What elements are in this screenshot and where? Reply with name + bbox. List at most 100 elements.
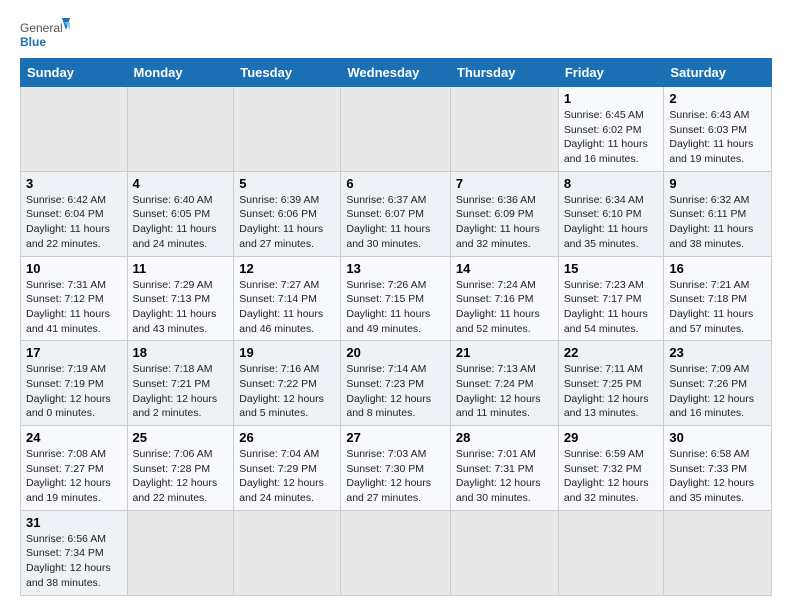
day-number: 5 xyxy=(239,176,335,191)
day-number: 6 xyxy=(346,176,445,191)
calendar-cell: 18 Sunrise: 7:18 AM Sunset: 7:21 PM Dayli… xyxy=(127,341,234,426)
day-number: 27 xyxy=(346,430,445,445)
day-number: 9 xyxy=(669,176,766,191)
day-number: 31 xyxy=(26,515,122,530)
day-info: Sunrise: 6:42 AM Sunset: 6:04 PM Dayligh… xyxy=(26,193,122,252)
day-number: 2 xyxy=(669,91,766,106)
day-info: Sunrise: 6:58 AM Sunset: 7:33 PM Dayligh… xyxy=(669,447,766,506)
header-tuesday: Tuesday xyxy=(234,59,341,87)
calendar-cell: 13 Sunrise: 7:26 AM Sunset: 7:15 PM Dayli… xyxy=(341,256,451,341)
calendar-cell: 8 Sunrise: 6:34 AM Sunset: 6:10 PM Daylig… xyxy=(558,171,664,256)
svg-text:General: General xyxy=(20,21,63,35)
day-info: Sunrise: 7:16 AM Sunset: 7:22 PM Dayligh… xyxy=(239,362,335,421)
calendar-cell: 29 Sunrise: 6:59 AM Sunset: 7:32 PM Dayli… xyxy=(558,426,664,511)
calendar-cell xyxy=(664,510,772,595)
day-number: 11 xyxy=(133,261,229,276)
calendar-cell: 24 Sunrise: 7:08 AM Sunset: 7:27 PM Dayli… xyxy=(21,426,128,511)
header-saturday: Saturday xyxy=(664,59,772,87)
day-info: Sunrise: 6:40 AM Sunset: 6:05 PM Dayligh… xyxy=(133,193,229,252)
calendar-page: General Blue SundayMondayTuesdayWednesda… xyxy=(0,0,792,612)
day-number: 1 xyxy=(564,91,659,106)
header-friday: Friday xyxy=(558,59,664,87)
calendar-cell: 12Sunrise: 7:27 AM Sunset: 7:14 PM Dayli… xyxy=(234,256,341,341)
day-number: 18 xyxy=(133,345,229,360)
logo-svg: General Blue xyxy=(20,16,70,52)
day-number: 23 xyxy=(669,345,766,360)
day-info: Sunrise: 7:01 AM Sunset: 7:31 PM Dayligh… xyxy=(456,447,553,506)
day-info: Sunrise: 6:43 AM Sunset: 6:03 PM Dayligh… xyxy=(669,108,766,167)
day-info: Sunrise: 6:59 AM Sunset: 7:32 PM Dayligh… xyxy=(564,447,659,506)
calendar-cell: 14Sunrise: 7:24 AM Sunset: 7:16 PM Dayli… xyxy=(450,256,558,341)
calendar-cell: 20Sunrise: 7:14 AM Sunset: 7:23 PM Dayli… xyxy=(341,341,451,426)
day-number: 24 xyxy=(26,430,122,445)
day-number: 29 xyxy=(564,430,659,445)
calendar-cell xyxy=(341,510,451,595)
day-number: 8 xyxy=(564,176,659,191)
day-info: Sunrise: 6:37 AM Sunset: 6:07 PM Dayligh… xyxy=(346,193,445,252)
day-number: 21 xyxy=(456,345,553,360)
week-row-4: 17Sunrise: 7:19 AM Sunset: 7:19 PM Dayli… xyxy=(21,341,772,426)
calendar-cell: 7 Sunrise: 6:36 AM Sunset: 6:09 PM Daylig… xyxy=(450,171,558,256)
calendar-cell: 15Sunrise: 7:23 AM Sunset: 7:17 PM Dayli… xyxy=(558,256,664,341)
calendar-cell: 28 Sunrise: 7:01 AM Sunset: 7:31 PM Dayli… xyxy=(450,426,558,511)
calendar-cell xyxy=(127,87,234,172)
week-row-1: 1Sunrise: 6:45 AM Sunset: 6:02 PM Daylig… xyxy=(21,87,772,172)
calendar-cell: 3 Sunrise: 6:42 AM Sunset: 6:04 PM Daylig… xyxy=(21,171,128,256)
week-row-5: 24 Sunrise: 7:08 AM Sunset: 7:27 PM Dayli… xyxy=(21,426,772,511)
day-number: 13 xyxy=(346,261,445,276)
week-row-2: 3 Sunrise: 6:42 AM Sunset: 6:04 PM Daylig… xyxy=(21,171,772,256)
day-info: Sunrise: 6:56 AM Sunset: 7:34 PM Dayligh… xyxy=(26,532,122,591)
calendar-cell xyxy=(127,510,234,595)
days-header-row: SundayMondayTuesdayWednesdayThursdayFrid… xyxy=(21,59,772,87)
logo: General Blue xyxy=(20,16,70,52)
day-number: 7 xyxy=(456,176,553,191)
day-info: Sunrise: 6:34 AM Sunset: 6:10 PM Dayligh… xyxy=(564,193,659,252)
calendar-cell: 31 Sunrise: 6:56 AM Sunset: 7:34 PM Dayli… xyxy=(21,510,128,595)
calendar-cell: 6 Sunrise: 6:37 AM Sunset: 6:07 PM Daylig… xyxy=(341,171,451,256)
header-wednesday: Wednesday xyxy=(341,59,451,87)
calendar-cell: 21Sunrise: 7:13 AM Sunset: 7:24 PM Dayli… xyxy=(450,341,558,426)
calendar-cell: 26 Sunrise: 7:04 AM Sunset: 7:29 PM Dayli… xyxy=(234,426,341,511)
day-info: Sunrise: 7:08 AM Sunset: 7:27 PM Dayligh… xyxy=(26,447,122,506)
calendar-cell: 27 Sunrise: 7:03 AM Sunset: 7:30 PM Dayli… xyxy=(341,426,451,511)
day-info: Sunrise: 7:04 AM Sunset: 7:29 PM Dayligh… xyxy=(239,447,335,506)
calendar-cell: 25Sunrise: 7:06 AM Sunset: 7:28 PM Dayli… xyxy=(127,426,234,511)
calendar-cell: 30 Sunrise: 6:58 AM Sunset: 7:33 PM Dayli… xyxy=(664,426,772,511)
day-number: 3 xyxy=(26,176,122,191)
day-number: 10 xyxy=(26,261,122,276)
calendar-cell: 4 Sunrise: 6:40 AM Sunset: 6:05 PM Daylig… xyxy=(127,171,234,256)
day-number: 26 xyxy=(239,430,335,445)
header-monday: Monday xyxy=(127,59,234,87)
day-info: Sunrise: 7:11 AM Sunset: 7:25 PM Dayligh… xyxy=(564,362,659,421)
day-info: Sunrise: 6:36 AM Sunset: 6:09 PM Dayligh… xyxy=(456,193,553,252)
day-number: 4 xyxy=(133,176,229,191)
calendar-cell xyxy=(450,87,558,172)
day-info: Sunrise: 7:18 AM Sunset: 7:21 PM Dayligh… xyxy=(133,362,229,421)
calendar-cell: 2 Sunrise: 6:43 AM Sunset: 6:03 PM Daylig… xyxy=(664,87,772,172)
page-header: General Blue xyxy=(20,16,772,52)
day-number: 28 xyxy=(456,430,553,445)
calendar-cell xyxy=(234,87,341,172)
calendar-cell: 16Sunrise: 7:21 AM Sunset: 7:18 PM Dayli… xyxy=(664,256,772,341)
day-info: Sunrise: 6:32 AM Sunset: 6:11 PM Dayligh… xyxy=(669,193,766,252)
day-number: 16 xyxy=(669,261,766,276)
week-row-3: 10Sunrise: 7:31 AM Sunset: 7:12 PM Dayli… xyxy=(21,256,772,341)
calendar-cell: 10Sunrise: 7:31 AM Sunset: 7:12 PM Dayli… xyxy=(21,256,128,341)
day-number: 20 xyxy=(346,345,445,360)
day-info: Sunrise: 7:03 AM Sunset: 7:30 PM Dayligh… xyxy=(346,447,445,506)
day-info: Sunrise: 7:24 AM Sunset: 7:16 PM Dayligh… xyxy=(456,278,553,337)
day-number: 12 xyxy=(239,261,335,276)
calendar-cell: 11Sunrise: 7:29 AM Sunset: 7:13 PM Dayli… xyxy=(127,256,234,341)
header-sunday: Sunday xyxy=(21,59,128,87)
calendar-cell xyxy=(234,510,341,595)
week-row-6: 31 Sunrise: 6:56 AM Sunset: 7:34 PM Dayli… xyxy=(21,510,772,595)
day-info: Sunrise: 7:26 AM Sunset: 7:15 PM Dayligh… xyxy=(346,278,445,337)
day-info: Sunrise: 7:19 AM Sunset: 7:19 PM Dayligh… xyxy=(26,362,122,421)
calendar-cell: 22Sunrise: 7:11 AM Sunset: 7:25 PM Dayli… xyxy=(558,341,664,426)
day-number: 30 xyxy=(669,430,766,445)
calendar-cell: 9 Sunrise: 6:32 AM Sunset: 6:11 PM Daylig… xyxy=(664,171,772,256)
header-thursday: Thursday xyxy=(450,59,558,87)
day-number: 19 xyxy=(239,345,335,360)
calendar-cell xyxy=(21,87,128,172)
calendar-cell xyxy=(450,510,558,595)
